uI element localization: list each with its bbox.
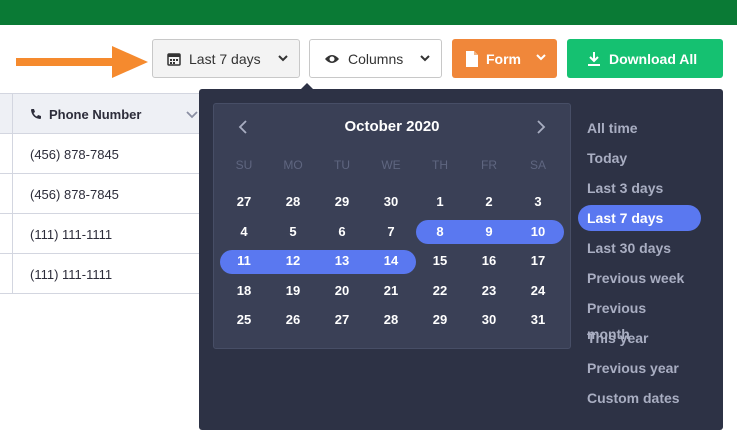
table-row[interactable]: (111) 111-1111 — [0, 214, 212, 254]
calendar-day[interactable]: 31 — [518, 310, 558, 330]
eye-icon — [325, 54, 339, 63]
download-all-button[interactable]: Download All — [567, 39, 723, 78]
weekday-label: TU — [334, 158, 350, 172]
table-row[interactable]: (111) 111-1111 — [0, 254, 212, 294]
chevron-down-icon — [278, 55, 288, 62]
calendar-month-label: October 2020 — [344, 118, 440, 135]
calendar-day[interactable]: 27 — [322, 310, 362, 330]
phone-cell: (456) 878-7845 — [30, 147, 119, 162]
phone-cell: (456) 878-7845 — [30, 187, 119, 202]
calendar-day[interactable]: 15 — [420, 251, 460, 271]
calendar-day[interactable]: 24 — [518, 281, 558, 301]
preset-ranges: All time Today Last 3 days Last 7 days Last … — [578, 115, 718, 415]
calendar-day[interactable]: 20 — [322, 281, 362, 301]
range-option[interactable]: All time — [578, 115, 691, 141]
phone-number-header-label: Phone Number — [49, 107, 142, 122]
calendar-day[interactable]: 3 — [518, 192, 558, 212]
calendar-day[interactable]: 10 — [518, 222, 558, 242]
calendar-day[interactable]: 2 — [469, 192, 509, 212]
columns-label: Columns — [348, 50, 404, 67]
calendar: October 2020 SU MO TU WE TH FR SA 27 28 29 30 1 2 3 4 5… — [213, 103, 571, 349]
calendar-day[interactable]: 4 — [224, 222, 264, 242]
weekday-label: TH — [432, 158, 448, 172]
date-range-label: Last 7 days — [189, 50, 261, 67]
top-banner — [0, 0, 737, 25]
download-all-label: Download All — [609, 50, 698, 67]
calendar-day[interactable]: 13 — [322, 251, 362, 271]
table-left-column — [0, 214, 13, 253]
calendar-day[interactable]: 14 — [371, 251, 411, 271]
table-left-column — [0, 94, 13, 133]
calendar-day[interactable]: 5 — [273, 222, 313, 242]
submissions-table: Phone Number (456) 878-7845 (456) 878-78… — [0, 93, 212, 294]
range-option[interactable]: Previous month — [578, 295, 691, 342]
calendar-day[interactable]: 7 — [371, 222, 411, 242]
table-left-column — [0, 254, 13, 293]
calendar-day[interactable]: 29 — [322, 192, 362, 212]
table-left-column — [0, 134, 13, 173]
form-button[interactable]: Form — [452, 39, 557, 78]
calendar-day[interactable]: 12 — [273, 251, 313, 271]
table-row[interactable]: (456) 878-7845 — [0, 174, 212, 214]
range-option[interactable]: Last 3 days — [578, 175, 691, 201]
calendar-day[interactable]: 22 — [420, 281, 460, 301]
weekday-label: FR — [481, 158, 497, 172]
phone-cell: (111) 111-1111 — [30, 227, 113, 242]
range-option[interactable]: Last 30 days — [578, 235, 691, 261]
weekday-label: MO — [283, 158, 303, 172]
weekday-label: SU — [235, 158, 253, 172]
document-icon — [466, 50, 478, 67]
chevron-down-icon — [536, 54, 546, 61]
calendar-day[interactable]: 29 — [420, 310, 460, 330]
calendar-day[interactable]: 19 — [273, 281, 313, 301]
chevron-down-icon — [420, 55, 430, 62]
calendar-day[interactable]: 8 — [420, 222, 460, 242]
date-range-button[interactable]: Last 7 days — [152, 39, 300, 78]
columns-button[interactable]: Columns — [309, 39, 442, 78]
weekday-label: WE — [381, 158, 401, 172]
table-row[interactable]: (456) 878-7845 — [0, 134, 212, 174]
calendar-day[interactable]: 26 — [273, 310, 313, 330]
range-option[interactable]: This year — [578, 325, 691, 351]
range-option[interactable]: Custom dates — [578, 385, 691, 411]
calendar-day[interactable]: 30 — [371, 192, 411, 212]
download-icon — [588, 51, 600, 66]
phone-icon — [31, 109, 41, 119]
range-option[interactable]: Previous week — [578, 265, 691, 291]
chevron-down-icon[interactable] — [186, 111, 198, 119]
form-label: Form — [486, 50, 521, 67]
date-range-dropdown: October 2020 SU MO TU WE TH FR SA 27 28 29 30 1 2 3 4 5… — [199, 89, 723, 430]
chevron-right-icon[interactable] — [536, 120, 546, 134]
calendar-day[interactable]: 21 — [371, 281, 411, 301]
calendar-day[interactable]: 9 — [469, 222, 509, 242]
calendar-day[interactable]: 23 — [469, 281, 509, 301]
range-option[interactable]: Last 7 days — [578, 205, 701, 231]
table-left-column — [0, 174, 13, 213]
phone-cell: (111) 111-1111 — [30, 267, 113, 282]
calendar-day[interactable]: 16 — [469, 251, 509, 271]
calendar-day[interactable]: 11 — [224, 251, 264, 271]
calendar-day[interactable]: 6 — [322, 222, 362, 242]
calendar-day[interactable]: 30 — [469, 310, 509, 330]
calendar-day[interactable]: 18 — [224, 281, 264, 301]
range-option[interactable]: Previous year — [578, 355, 691, 381]
weekday-label: SA — [529, 158, 546, 172]
calendar-day[interactable]: 28 — [273, 192, 313, 212]
calendar-day[interactable]: 1 — [420, 192, 460, 212]
range-option[interactable]: Today — [578, 145, 691, 171]
calendar-day[interactable]: 17 — [518, 251, 558, 271]
calendar-icon — [167, 52, 181, 66]
calendar-day[interactable]: 28 — [371, 310, 411, 330]
calendar-day[interactable]: 25 — [224, 310, 264, 330]
phone-number-column-header[interactable]: Phone Number — [0, 93, 212, 134]
calendar-day[interactable]: 27 — [224, 192, 264, 212]
pointer-arrow-icon — [16, 46, 148, 78]
